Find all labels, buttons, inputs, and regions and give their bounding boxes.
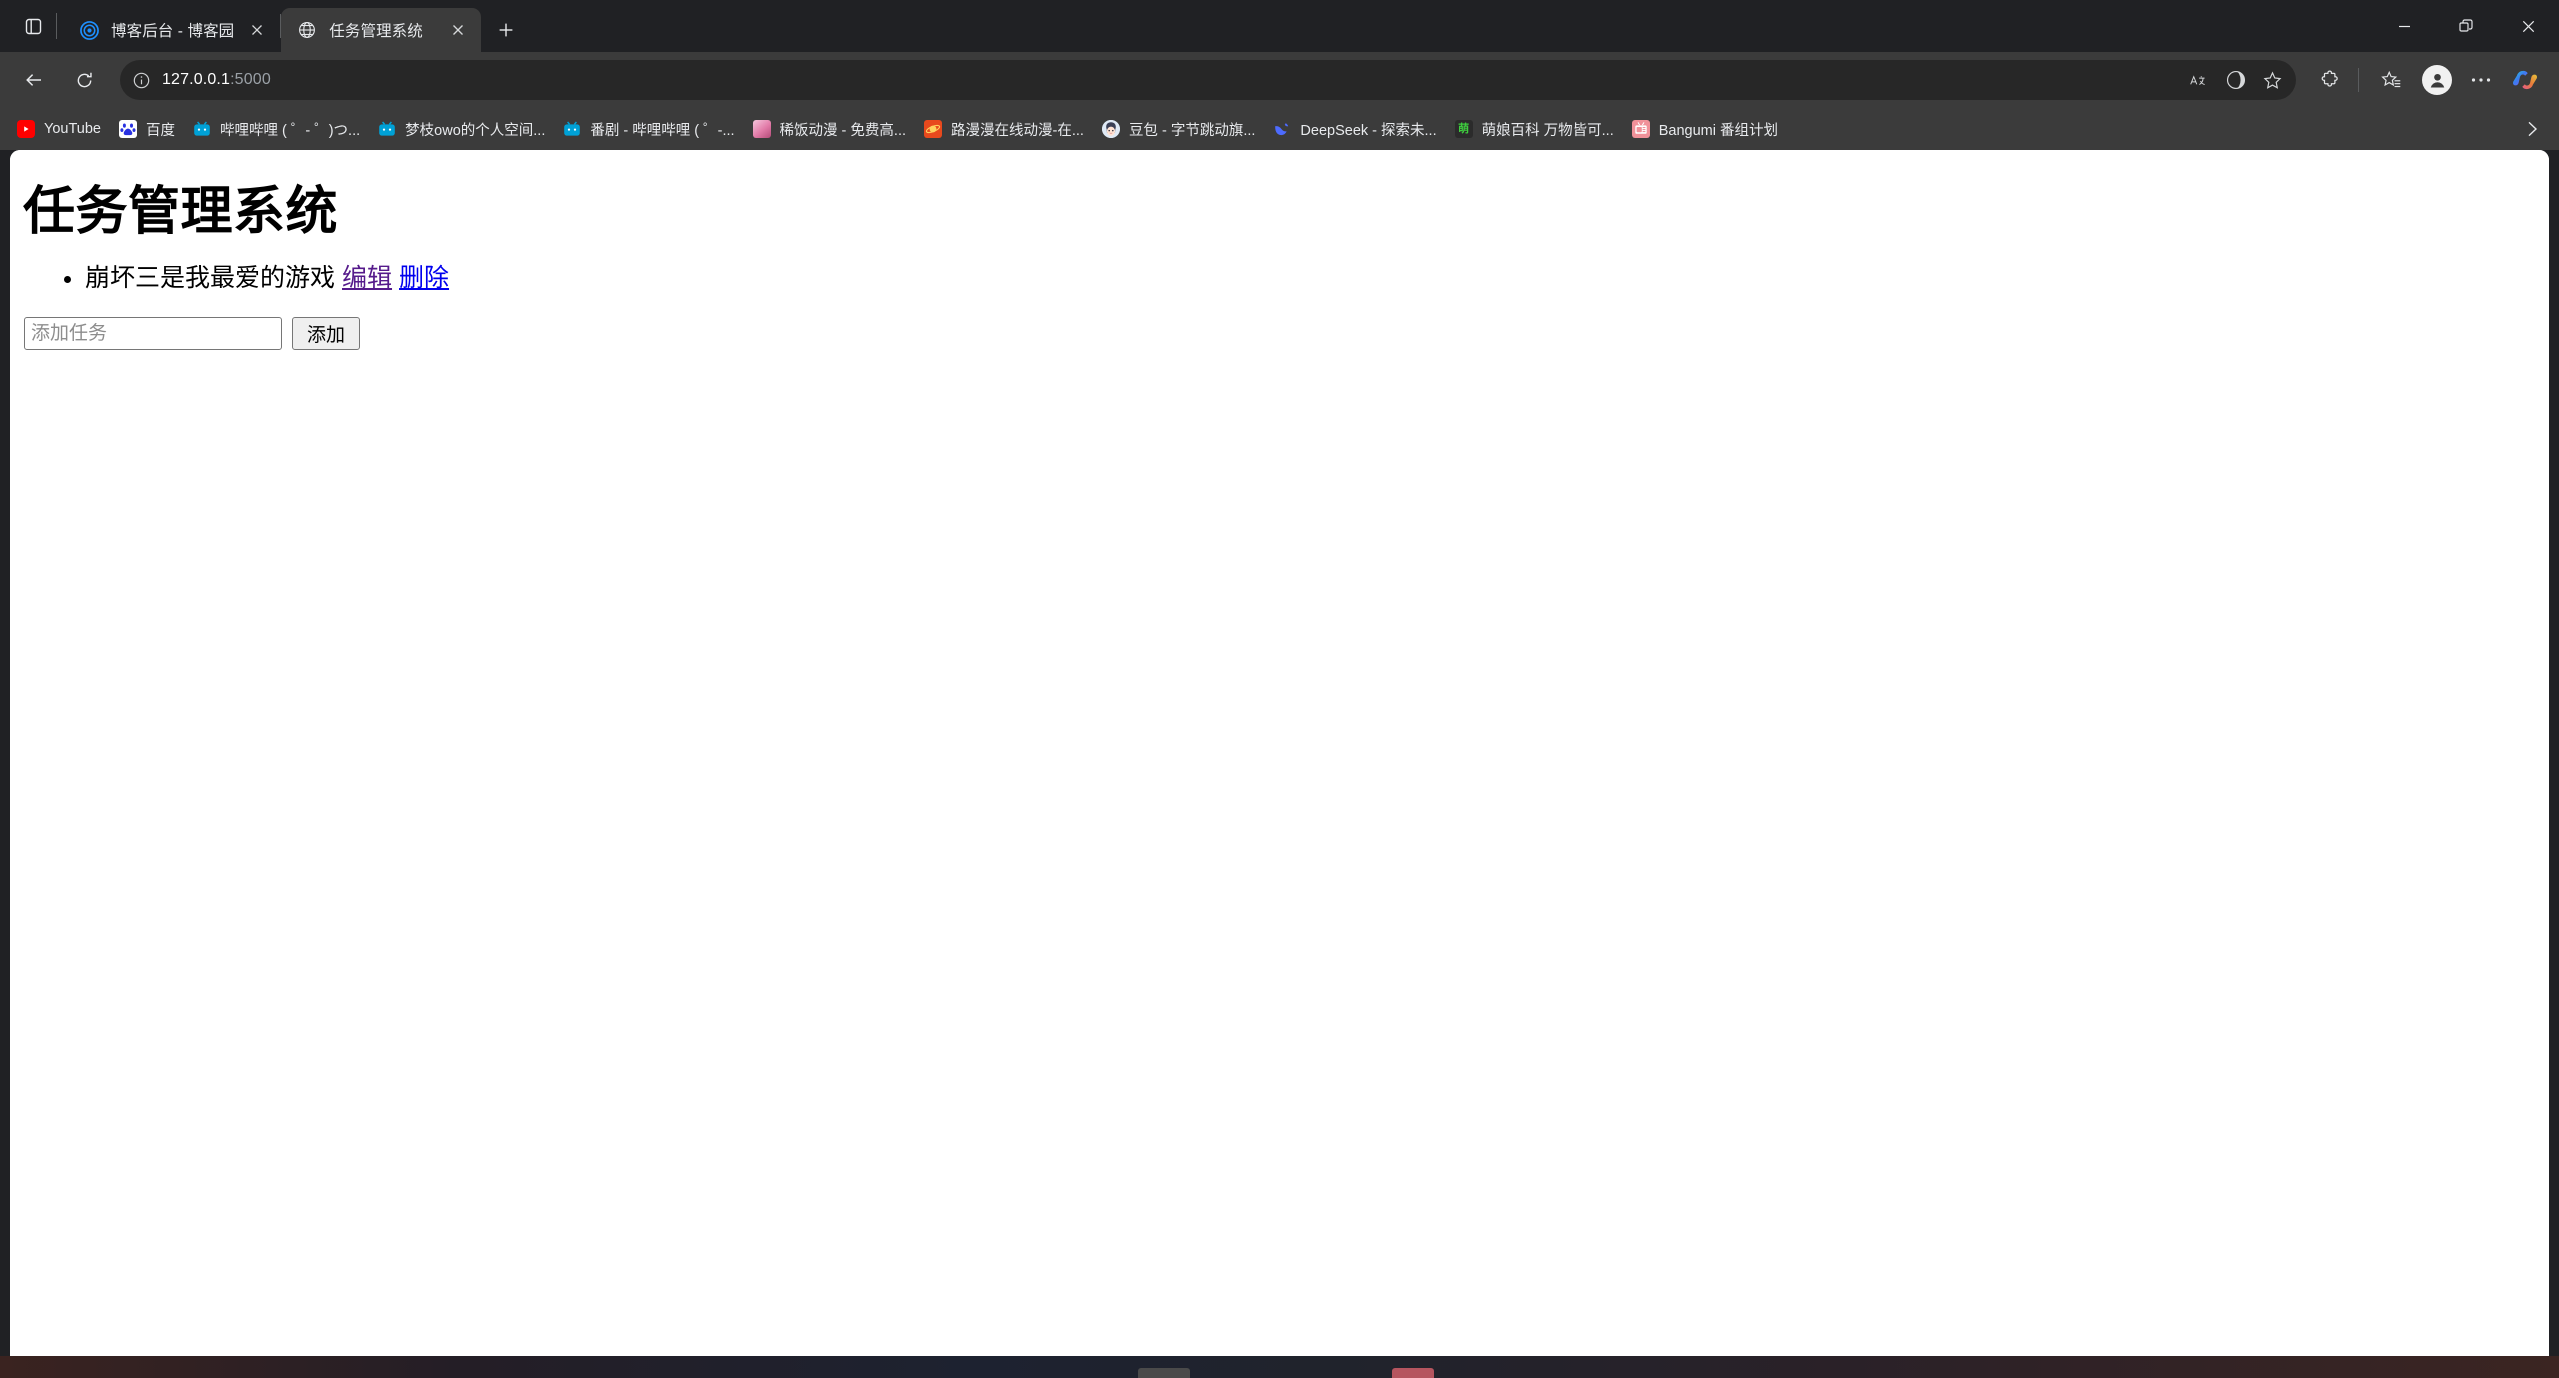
web-page-content: 任务管理系统 崩坏三是我最爱的游戏编辑删除 添加 <box>10 150 2549 1378</box>
tab-search-icon[interactable] <box>14 7 52 45</box>
close-window-icon[interactable] <box>2497 0 2559 52</box>
bookmarks-overflow-chevron-icon[interactable] <box>2517 114 2547 144</box>
bookmark-bilibili[interactable]: 哔哩哔哩 ( ゜- ゜)つ... <box>184 113 369 145</box>
browser-toolbar: 127.0.0.1:5000 <box>0 52 2559 108</box>
bangumi-icon <box>1631 120 1650 138</box>
bookmark-lumanman[interactable]: 路漫漫在线动漫-在... <box>915 113 1093 145</box>
bookmark-moegirl[interactable]: 萌 萌娘百科 万物皆可... <box>1446 113 1623 145</box>
close-icon[interactable] <box>445 17 471 43</box>
refresh-icon[interactable] <box>64 60 104 100</box>
copilot-icon[interactable] <box>2505 60 2545 100</box>
tab-title: 任务管理系统 <box>329 23 423 40</box>
bookmark-label: 萌娘百科 万物皆可... <box>1481 122 1614 139</box>
address-bar[interactable]: 127.0.0.1:5000 <box>120 60 2296 100</box>
globe-icon <box>297 20 317 40</box>
add-task-button[interactable]: 添加 <box>292 317 361 351</box>
add-task-input[interactable] <box>24 317 282 351</box>
bookmark-mengzhi-space[interactable]: 梦枝owo的个人空间... <box>369 113 554 145</box>
bookmark-xifan-anime[interactable]: 稀饭动漫 - 免费高... <box>744 113 915 145</box>
bookmark-baidu[interactable]: 百度 <box>110 113 184 145</box>
edit-task-link[interactable]: 编辑 <box>342 264 392 292</box>
page-title: 任务管理系统 <box>23 183 339 241</box>
bookmark-label: 番剧 - 哔哩哔哩 ( ゜-... <box>590 122 735 139</box>
translate-icon[interactable] <box>2182 64 2218 96</box>
omnibox-actions <box>2182 64 2290 96</box>
tab-cnblogs[interactable]: 博客后台 - 博客园 <box>63 8 280 52</box>
tab-task-manager[interactable]: 任务管理系统 <box>281 8 482 52</box>
favorite-star-icon[interactable] <box>2254 64 2290 96</box>
toolbar-right <box>2306 60 2545 100</box>
baidu-icon <box>118 120 137 138</box>
profile-avatar[interactable] <box>2417 60 2457 100</box>
bookmark-label: 豆包 - 字节跳动旗... <box>1128 122 1256 139</box>
tab-list: 博客后台 - 博客园 任务管理系统 <box>63 0 525 52</box>
minimize-icon[interactable] <box>2373 0 2435 52</box>
collections-icon[interactable] <box>2371 60 2411 100</box>
bilibili-icon <box>563 120 581 138</box>
deepseek-icon <box>1273 120 1291 138</box>
url-port: :5000 <box>230 71 271 88</box>
back-icon[interactable] <box>14 60 54 100</box>
browser-window: 博客后台 - 博客园 任务管理系统 127.0.0.1:5000 YouTube… <box>0 0 2559 1378</box>
toolbar-divider <box>2358 68 2359 92</box>
task-text: 崩坏三是我最爱的游戏 <box>85 263 336 292</box>
bookmark-label: YouTube <box>44 121 101 137</box>
taskbar-sliver <box>0 1356 2559 1378</box>
tabstrip-divider <box>56 13 57 39</box>
tab-strip-left <box>0 0 63 52</box>
tab-strip: 博客后台 - 博客园 任务管理系统 <box>0 0 2559 52</box>
bookmark-label: Bangumi 番组计划 <box>1658 122 1778 139</box>
restore-icon[interactable] <box>2435 0 2497 52</box>
doubao-icon <box>1101 120 1120 138</box>
copilot-page-icon[interactable] <box>2218 64 2254 96</box>
settings-more-icon[interactable] <box>2461 60 2501 100</box>
xifan-icon <box>752 120 771 138</box>
page-viewport: 任务管理系统 崩坏三是我最爱的游戏编辑删除 添加 <box>10 150 2549 1378</box>
cnblogs-logo-icon <box>79 20 99 40</box>
close-icon[interactable] <box>244 17 270 43</box>
moegirl-icon: 萌 <box>1454 120 1473 138</box>
bilibili-icon <box>193 120 211 138</box>
bookmark-label: 路漫漫在线动漫-在... <box>951 122 1084 139</box>
bookmarks-bar: YouTube 百度 哔哩哔哩 (゜- ゜)つ... 梦枝owo的个人空间..… <box>0 108 2559 150</box>
bilibili-icon <box>378 120 396 138</box>
bookmark-youtube[interactable]: YouTube <box>8 113 110 145</box>
avatar <box>2422 65 2452 95</box>
bookmark-label: DeepSeek - 探索未... <box>1300 122 1437 139</box>
site-info-icon[interactable] <box>120 60 162 100</box>
bookmark-doubao[interactable]: 豆包 - 字节跳动旗... <box>1093 113 1264 145</box>
task-list: 崩坏三是我最爱的游戏编辑删除 <box>23 262 2536 296</box>
bookmark-label: 梦枝owo的个人空间... <box>405 122 546 139</box>
window-controls <box>2373 0 2559 52</box>
bookmark-label: 百度 <box>145 122 175 139</box>
youtube-icon <box>17 120 35 138</box>
bookmark-bangumi[interactable]: Bangumi 番组计划 <box>1623 113 1787 145</box>
list-item: 崩坏三是我最爱的游戏编辑删除 <box>85 262 2536 296</box>
url-host: 127.0.0.1 <box>162 71 231 88</box>
bookmark-label: 哔哩哔哩 ( ゜- ゜)つ... <box>219 122 361 139</box>
extensions-icon[interactable] <box>2310 60 2350 100</box>
taskbar-item[interactable] <box>1138 1368 1190 1378</box>
tab-title: 博客后台 - 博客园 <box>111 23 235 40</box>
delete-task-link[interactable]: 删除 <box>399 264 449 292</box>
url-text: 127.0.0.1:5000 <box>162 71 2182 89</box>
bookmark-bangumi-bilibili[interactable]: 番剧 - 哔哩哔哩 ( ゜-... <box>554 113 743 145</box>
bookmark-deepseek[interactable]: DeepSeek - 探索未... <box>1264 113 1445 145</box>
taskbar-item[interactable] <box>1392 1368 1434 1378</box>
lumanman-icon <box>924 120 943 138</box>
add-task-form: 添加 <box>23 317 2536 351</box>
new-tab-icon[interactable] <box>487 11 525 49</box>
bookmark-label: 稀饭动漫 - 免费高... <box>779 122 907 139</box>
